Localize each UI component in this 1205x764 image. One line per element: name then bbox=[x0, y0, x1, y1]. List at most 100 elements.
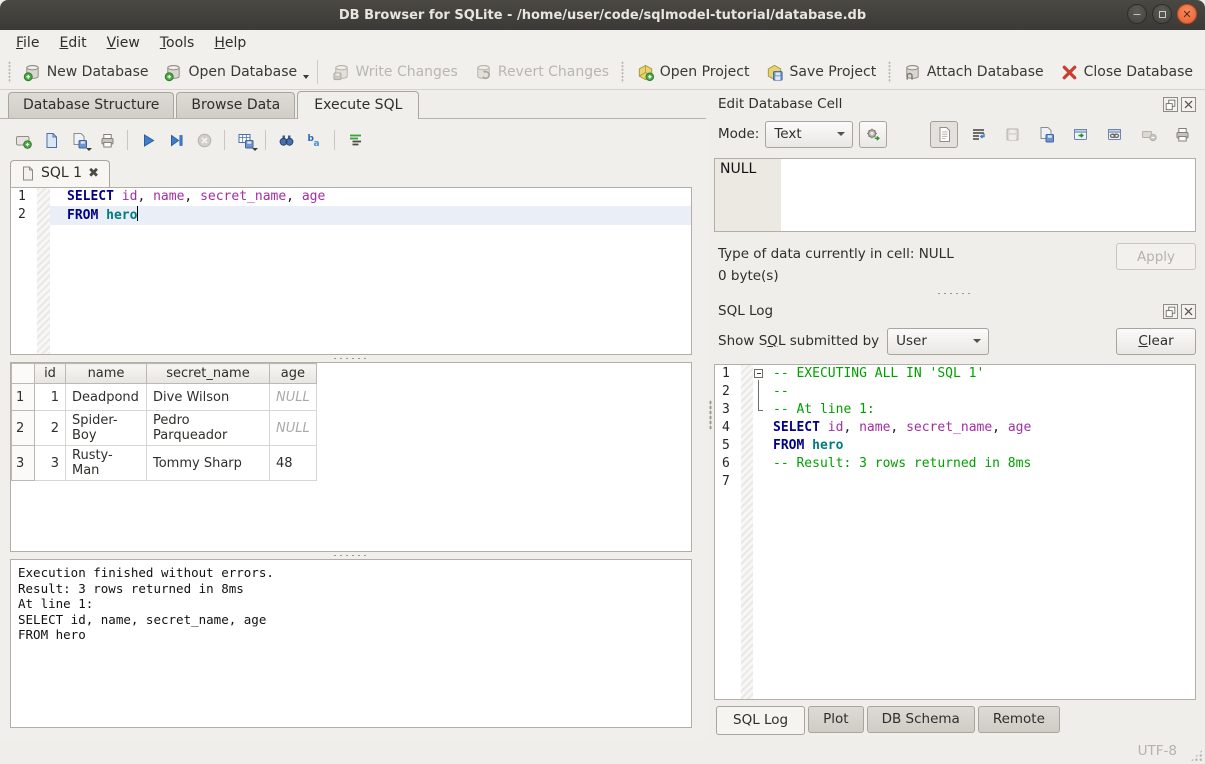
menu-edit[interactable]: Edit bbox=[49, 33, 96, 53]
find-button[interactable] bbox=[273, 127, 299, 153]
cell-id[interactable]: 3 bbox=[35, 446, 66, 481]
submitted-by-select[interactable]: User bbox=[887, 328, 989, 355]
mode-select[interactable]: Text bbox=[765, 121, 853, 148]
menu-view[interactable]: View bbox=[97, 33, 150, 53]
close-dock-icon[interactable] bbox=[1181, 304, 1196, 319]
minimize-button[interactable]: − bbox=[1127, 4, 1147, 24]
close-tab-icon[interactable]: ✖ bbox=[88, 167, 99, 180]
apply-button: Apply bbox=[1116, 243, 1196, 270]
maximize-button[interactable] bbox=[1152, 4, 1172, 24]
close-dock-icon[interactable] bbox=[1181, 97, 1196, 112]
cell-value-area[interactable] bbox=[781, 159, 1195, 231]
col-header-name[interactable]: name bbox=[66, 364, 147, 384]
float-dock-icon[interactable] bbox=[1163, 304, 1178, 319]
export-data-button[interactable] bbox=[1032, 121, 1060, 148]
col-header-id[interactable]: id bbox=[35, 364, 66, 384]
new-database-button[interactable]: New Database bbox=[15, 60, 157, 85]
text-mode-button[interactable] bbox=[930, 121, 958, 148]
editor-line[interactable]: 1 SELECT id, name, secret_name, age bbox=[11, 188, 691, 206]
save-sql-file-button[interactable] bbox=[66, 127, 92, 153]
link-button[interactable] bbox=[1100, 121, 1128, 148]
execute-current-line-button[interactable] bbox=[163, 127, 189, 153]
menu-tools[interactable]: Tools bbox=[150, 33, 205, 53]
cell-name[interactable]: Rusty-Man bbox=[66, 446, 147, 481]
log-line: 2 -- bbox=[715, 383, 1195, 401]
open-project-button[interactable]: Open Project bbox=[628, 60, 758, 85]
tab-db-schema[interactable]: DB Schema bbox=[867, 706, 975, 733]
code-line[interactable]: FROM hero bbox=[50, 206, 691, 225]
cell-secret-name[interactable]: Pedro Parqueador bbox=[147, 411, 270, 446]
save-sql-dropdown-icon[interactable] bbox=[86, 148, 92, 151]
editor-line-current[interactable]: 2 FROM hero bbox=[11, 206, 691, 225]
new-sql-tab-button[interactable] bbox=[10, 127, 36, 153]
cell-age[interactable]: NULL bbox=[270, 411, 317, 446]
cell-name[interactable]: Deadpond bbox=[66, 384, 147, 411]
col-header-secret-name[interactable]: secret_name bbox=[147, 364, 270, 384]
toolbar-handle[interactable] bbox=[888, 61, 891, 83]
tab-remote[interactable]: Remote bbox=[978, 706, 1060, 733]
mode-label: Mode: bbox=[718, 126, 759, 142]
fold-marker-collapse[interactable] bbox=[753, 365, 767, 383]
save-results-dropdown-icon[interactable] bbox=[252, 148, 258, 151]
results-header-row: id name secret_name age bbox=[12, 364, 317, 384]
code-line[interactable]: SELECT id, name, secret_name, age bbox=[50, 188, 691, 206]
word-wrap-button[interactable] bbox=[964, 121, 992, 148]
format-sql-button[interactable]: ba bbox=[301, 127, 327, 153]
revert-changes-label: Revert Changes bbox=[498, 64, 609, 80]
close-button[interactable]: ✕ bbox=[1177, 4, 1197, 24]
toolbar-handle[interactable] bbox=[8, 61, 11, 83]
open-in-external-button[interactable] bbox=[1066, 121, 1094, 148]
row-header[interactable]: 2 bbox=[12, 411, 35, 446]
row-header[interactable]: 3 bbox=[12, 446, 35, 481]
clear-log-button[interactable]: Clear bbox=[1116, 328, 1196, 355]
print-sql-button[interactable] bbox=[94, 127, 120, 153]
splitter[interactable] bbox=[10, 552, 692, 559]
save-results-button[interactable] bbox=[232, 127, 258, 153]
cell-id[interactable]: 1 bbox=[35, 384, 66, 411]
title-bar[interactable]: DB Browser for SQLite - /home/user/code/… bbox=[0, 0, 1205, 30]
cell-editor-icon-group bbox=[930, 121, 1196, 148]
save-project-label: Save Project bbox=[789, 64, 876, 80]
tab-sql-log[interactable]: SQL Log bbox=[716, 706, 805, 735]
encoding-selector[interactable]: UTF-8 bbox=[1138, 743, 1177, 759]
splitter[interactable] bbox=[10, 355, 692, 362]
pane-splitter[interactable] bbox=[706, 90, 714, 738]
tab-plot[interactable]: Plot bbox=[808, 706, 863, 733]
open-database-dropdown-icon[interactable] bbox=[303, 75, 309, 79]
sql-log-view[interactable]: 1 -- EXECUTING ALL IN 'SQL 1' 2 -- 3 -- … bbox=[714, 364, 1196, 700]
menu-help[interactable]: Help bbox=[204, 33, 256, 53]
tab-execute-sql[interactable]: Execute SQL bbox=[297, 91, 419, 119]
cell-age[interactable]: NULL bbox=[270, 384, 317, 411]
save-project-button[interactable]: Save Project bbox=[757, 60, 884, 85]
float-dock-icon[interactable] bbox=[1163, 97, 1178, 112]
cell-name[interactable]: Spider-Boy bbox=[66, 411, 147, 446]
results-grid[interactable]: id name secret_name age 1 1 Deadpond Div… bbox=[10, 362, 692, 552]
tab-database-structure[interactable]: Database Structure bbox=[8, 92, 174, 118]
log-code-line: -- bbox=[767, 383, 1195, 401]
print-cell-button[interactable] bbox=[1168, 121, 1196, 148]
cell-age[interactable]: 48 bbox=[270, 446, 317, 481]
sql-doc-tab[interactable]: SQL 1 ✖ bbox=[10, 160, 110, 187]
cell-value-editor[interactable]: NULL bbox=[714, 158, 1196, 232]
edit-cell-dock-header[interactable]: Edit Database Cell bbox=[714, 92, 1196, 116]
col-header-age[interactable]: age bbox=[270, 364, 317, 384]
toolbar-handle[interactable] bbox=[621, 61, 624, 83]
sql-log-dock-header[interactable]: SQL Log bbox=[714, 299, 1196, 323]
resize-grip[interactable] bbox=[1190, 749, 1203, 762]
execute-all-button[interactable] bbox=[135, 127, 161, 153]
sql-editor[interactable]: 1 SELECT id, name, secret_name, age 2 FR… bbox=[10, 187, 692, 355]
open-sql-file-button[interactable] bbox=[38, 127, 64, 153]
cell-secret-name[interactable]: Dive Wilson bbox=[147, 384, 270, 411]
attach-database-button[interactable]: Attach Database bbox=[895, 60, 1052, 85]
corner-header[interactable] bbox=[12, 364, 35, 384]
close-database-button[interactable]: Close Database bbox=[1052, 60, 1201, 85]
row-header[interactable]: 1 bbox=[12, 384, 35, 411]
cell-id[interactable]: 2 bbox=[35, 411, 66, 446]
cell-secret-name[interactable]: Tommy Sharp bbox=[147, 446, 270, 481]
apply-settings-button[interactable] bbox=[859, 121, 887, 148]
open-database-button[interactable]: Open Database bbox=[156, 60, 305, 85]
splitter[interactable] bbox=[714, 287, 1196, 299]
tab-browse-data[interactable]: Browse Data bbox=[176, 92, 295, 118]
auto-format-button[interactable] bbox=[342, 127, 368, 153]
menu-file[interactable]: File bbox=[6, 33, 49, 53]
